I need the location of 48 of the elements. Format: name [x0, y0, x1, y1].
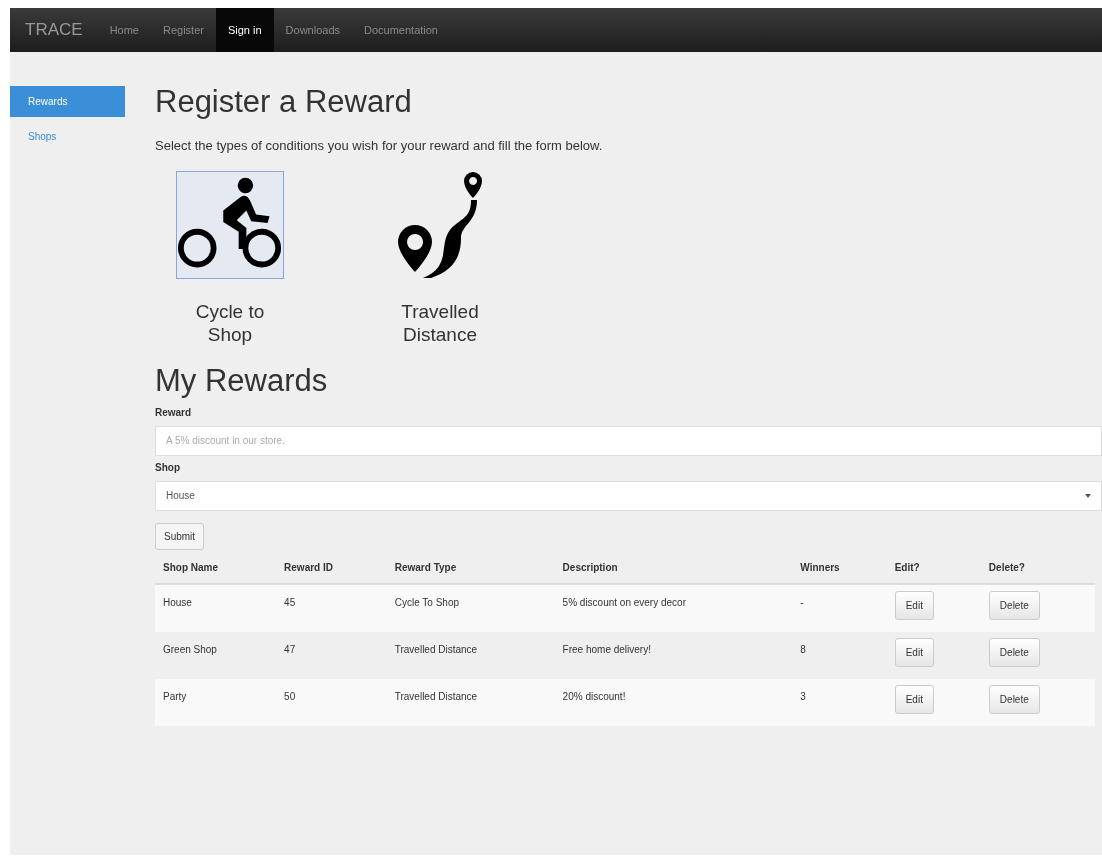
table-cell: Travelled Distance [386, 631, 555, 679]
nav-link[interactable]: Sign in [215, 8, 274, 52]
field-label: Shop [155, 461, 181, 473]
column-header: Reward Type [386, 553, 555, 584]
nav-link[interactable]: Downloads [273, 8, 352, 52]
field-label: Reward [155, 406, 193, 418]
nav-link[interactable]: Register [150, 8, 216, 52]
shop-dropdown[interactable]: House [155, 480, 1102, 511]
table-cell: 8 [792, 631, 887, 679]
nav-link[interactable]: Home [97, 8, 151, 52]
table-cell: House [155, 583, 277, 632]
dropdown-value: House [166, 490, 195, 502]
table-cell: 50 [276, 678, 387, 726]
submit-button[interactable]: Submit [155, 522, 205, 550]
table-cell: Green Shop [155, 631, 277, 679]
caret-icon [1085, 493, 1091, 498]
column-header: Shop Name [155, 553, 277, 584]
column-header: Description [554, 553, 793, 584]
edit-button[interactable]: Edit [894, 684, 934, 714]
table-cell: 45 [276, 583, 387, 632]
table-cell: Cycle To Shop [386, 583, 555, 632]
table-cell: 5% discount on every decor [554, 583, 793, 632]
column-header: Delete? [980, 553, 1095, 584]
brand-logo[interactable]: TRACE [10, 8, 98, 52]
condition-label: Cycle to Shop [194, 301, 266, 347]
table-cell: Free home delivery! [554, 631, 793, 679]
condition-tile[interactable] [176, 171, 284, 279]
table-cell: Travelled Distance [386, 678, 555, 726]
column-header: Edit? [886, 553, 981, 584]
table-cell: 47 [276, 631, 387, 679]
delete-button[interactable]: Delete [988, 590, 1040, 620]
condition-label: Travelled Distance [400, 301, 480, 347]
column-header: Reward ID [276, 553, 387, 584]
delete-button[interactable]: Delete [988, 637, 1040, 667]
reward-input-field[interactable]: A 5% discount in our store. [155, 425, 1102, 456]
nav-link[interactable]: Documentation [352, 8, 450, 52]
table-cell: - [792, 583, 887, 632]
column-header: Winners [792, 553, 887, 584]
table-cell: 20% discount! [554, 678, 793, 726]
page-title: Register a Reward [155, 84, 413, 120]
edit-button[interactable]: Edit [894, 590, 934, 620]
table-cell: 3 [792, 678, 887, 726]
section-title: My Rewards [155, 362, 329, 399]
table-cell: Party [155, 678, 277, 726]
delete-button[interactable]: Delete [988, 684, 1040, 714]
route-pin-icon [395, 170, 485, 280]
instruction-text: Select the types of conditions you wish for your reward and fill the form below. [155, 138, 604, 153]
edit-button[interactable]: Edit [894, 637, 934, 667]
